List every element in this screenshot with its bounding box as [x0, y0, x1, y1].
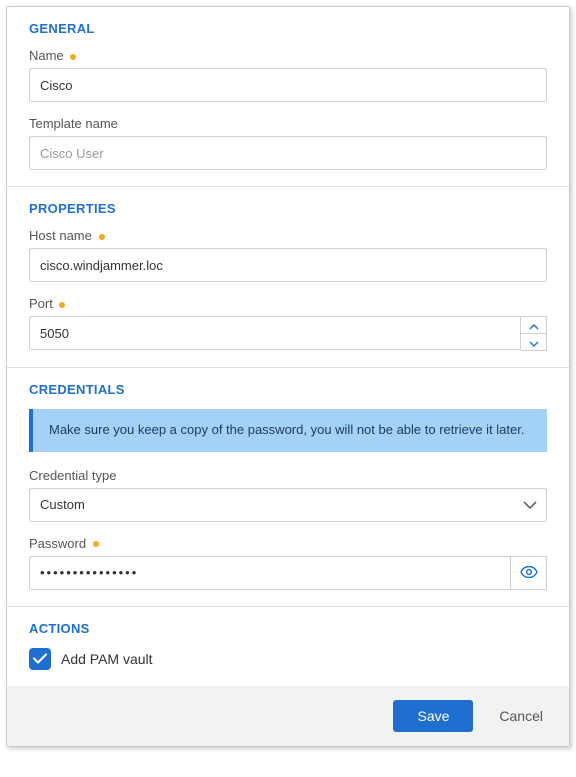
spinner-buttons: [521, 316, 547, 351]
spinner-down-button[interactable]: [521, 333, 546, 350]
host-input[interactable]: [29, 248, 547, 282]
actions-header: ACTIONS: [29, 621, 547, 636]
chevron-down-icon: [529, 334, 539, 350]
password-input-wrap: [29, 556, 547, 590]
host-label-text: Host name: [29, 228, 92, 243]
name-label: Name: [29, 48, 547, 63]
password-field: Password: [29, 536, 547, 590]
host-label: Host name: [29, 228, 547, 243]
credential-type-field: Credential type: [29, 468, 547, 522]
password-label: Password: [29, 536, 547, 551]
name-label-text: Name: [29, 48, 64, 63]
port-label: Port: [29, 296, 547, 311]
section-credentials: CREDENTIALS Make sure you keep a copy of…: [7, 367, 569, 606]
name-field: Name: [29, 48, 547, 102]
password-alert: Make sure you keep a copy of the passwor…: [29, 409, 547, 452]
check-icon: [33, 651, 47, 667]
required-icon: [59, 302, 65, 308]
section-general: GENERAL Name Template name: [7, 7, 569, 186]
password-input[interactable]: [29, 556, 511, 590]
cancel-button[interactable]: Cancel: [495, 700, 547, 732]
eye-icon: [520, 565, 538, 581]
add-pam-vault-checkbox-row[interactable]: Add PAM vault: [29, 648, 547, 670]
port-field: Port: [29, 296, 547, 351]
port-label-text: Port: [29, 296, 53, 311]
credential-type-select-wrap: [29, 488, 547, 522]
required-icon: [93, 541, 99, 547]
chevron-up-icon: [529, 317, 539, 333]
template-input: [29, 136, 547, 170]
section-properties: PROPERTIES Host name Port: [7, 186, 569, 367]
config-panel: GENERAL Name Template name PROPERTIES Ho…: [6, 6, 570, 747]
footer-bar: Save Cancel: [7, 686, 569, 746]
add-pam-vault-label: Add PAM vault: [61, 651, 153, 667]
properties-header: PROPERTIES: [29, 201, 547, 216]
section-actions: ACTIONS Add PAM vault: [7, 606, 569, 686]
port-input[interactable]: [29, 316, 521, 350]
general-header: GENERAL: [29, 21, 547, 36]
credentials-header: CREDENTIALS: [29, 382, 547, 397]
template-label: Template name: [29, 116, 547, 131]
save-button[interactable]: Save: [393, 700, 473, 732]
password-label-text: Password: [29, 536, 86, 551]
required-icon: [99, 234, 105, 240]
host-field: Host name: [29, 228, 547, 282]
template-field: Template name: [29, 116, 547, 170]
name-input[interactable]: [29, 68, 547, 102]
reveal-password-button[interactable]: [511, 556, 547, 590]
credential-type-select[interactable]: [29, 488, 547, 522]
add-pam-vault-checkbox[interactable]: [29, 648, 51, 670]
credential-type-label: Credential type: [29, 468, 547, 483]
port-stepper: [29, 316, 547, 351]
required-icon: [70, 54, 76, 60]
spinner-up-button[interactable]: [521, 317, 546, 333]
